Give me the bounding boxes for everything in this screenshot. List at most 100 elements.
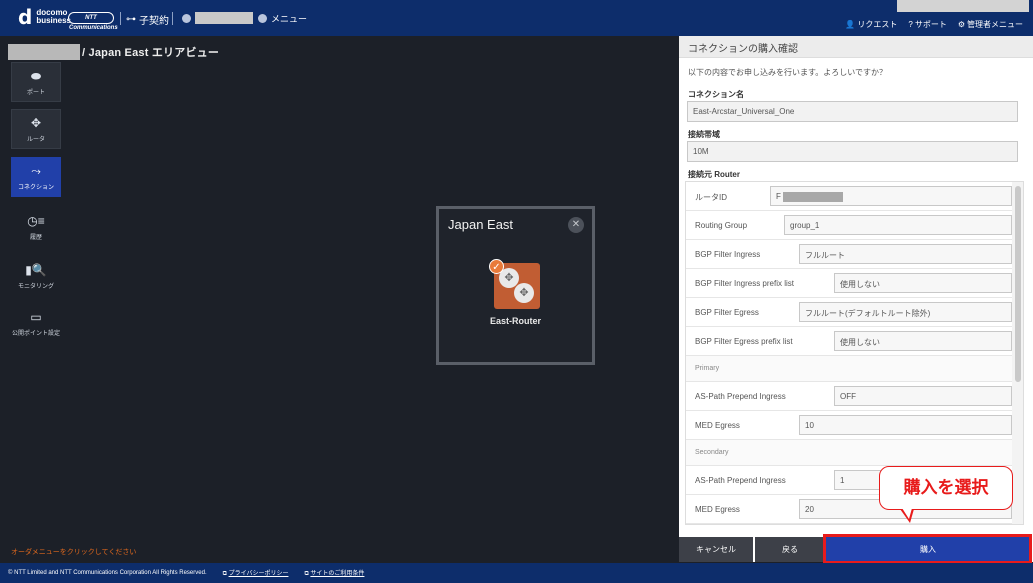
close-icon[interactable]: ✕ bbox=[568, 217, 584, 233]
contract-label: 子契約 bbox=[139, 16, 169, 27]
checkmark-icon: ✓ bbox=[489, 259, 504, 274]
docomo-business-logo[interactable]: d docomo business bbox=[18, 5, 71, 29]
router-name: East-Router bbox=[489, 316, 541, 326]
nav-connection[interactable]: ⤳ コネクション bbox=[11, 157, 61, 197]
cancel-button[interactable]: キャンセル bbox=[679, 537, 753, 562]
back-button[interactable]: 戻る bbox=[755, 537, 825, 562]
header-divider bbox=[120, 12, 121, 25]
panel-intro: 以下の内容でお申し込みを行います。よろしいですか？ bbox=[688, 68, 887, 77]
nav-public-point[interactable]: ▭ 公開ポイント設定 bbox=[11, 303, 61, 343]
privacy-policy-link[interactable]: ⧉ プライバシーポリシー bbox=[223, 568, 289, 578]
bgp-egress-label: BGP Filter Egress bbox=[695, 308, 759, 317]
routing-group-label: Routing Group bbox=[695, 221, 748, 230]
nav-history-label: 履歴 bbox=[29, 234, 42, 241]
scrollbar-thumb[interactable] bbox=[1015, 186, 1021, 382]
menu-label: メニュー bbox=[271, 14, 308, 24]
admin-menu-label: 管理者メニュー bbox=[967, 20, 1023, 29]
primary-med-label: MED Egress bbox=[695, 421, 740, 430]
order-menu-hint: オーダメニューをクリックしてください bbox=[11, 549, 137, 556]
source-router-label: 接続元 Router bbox=[688, 170, 740, 179]
bgp-ingress-prefix-field[interactable]: 使用しない bbox=[834, 273, 1012, 293]
nav-monitoring[interactable]: ▮🔍 モニタリング bbox=[11, 256, 61, 296]
logo-mark: d bbox=[18, 5, 33, 29]
connection-name-label: コネクション名 bbox=[688, 90, 744, 99]
bgp-ingress-prefix-label: BGP Filter Ingress prefix list bbox=[695, 279, 794, 288]
primary-as-path-row: AS-Path Prepend Ingress OFF bbox=[686, 382, 1012, 411]
help-icon: ? bbox=[908, 20, 913, 29]
public-point-icon: ▭ bbox=[30, 309, 42, 324]
top-header: d docomo business NTT Communications ⊶ 子… bbox=[0, 0, 1033, 36]
history-icon: ◷≡ bbox=[27, 213, 45, 228]
terms-of-use-link[interactable]: ⧉ サイトのご利用条件 bbox=[304, 568, 364, 578]
router-gear-icon: ✥ bbox=[514, 283, 534, 303]
router-id-field[interactable]: F bbox=[770, 186, 1012, 206]
breadcrumb: / Japan East エリアビュー bbox=[8, 44, 219, 60]
support-link[interactable]: ? サポート bbox=[908, 19, 946, 30]
check-circle-icon bbox=[258, 14, 267, 23]
breadcrumb-redacted[interactable] bbox=[8, 44, 80, 60]
details-scrollbar[interactable] bbox=[1012, 182, 1023, 524]
connection-name-field[interactable]: East-Arcstar_Universal_One bbox=[687, 101, 1018, 122]
account-info-redacted bbox=[897, 0, 1029, 12]
bgp-ingress-label: BGP Filter Ingress bbox=[695, 250, 761, 259]
panel-title: コネクションの購入確認 bbox=[679, 36, 1033, 58]
area-card-japan-east: Japan East ✕ ✥ ✥ ✓ East-Router bbox=[436, 206, 595, 365]
primary-med-row: MED Egress 10 bbox=[686, 411, 1012, 440]
terms-of-use-label: サイトのご利用条件 bbox=[310, 571, 365, 577]
nav-port-label: ポート bbox=[26, 89, 45, 96]
router-id-row: ルータID F bbox=[686, 182, 1012, 211]
purchase-highlight-frame bbox=[823, 534, 1032, 564]
routing-group-row: Routing Group group_1 bbox=[686, 211, 1012, 240]
area-card-title: Japan East bbox=[448, 217, 514, 232]
connection-icon: ⤳ bbox=[31, 163, 41, 178]
nav-router[interactable]: ✥ ルータ bbox=[11, 109, 61, 149]
header-links: 👤 リクエスト ? サポート ⚙ 管理者メニュー bbox=[845, 19, 1023, 30]
gear-icon: ⚙ bbox=[957, 20, 965, 29]
user-name-redacted bbox=[195, 12, 253, 24]
routing-group-field[interactable]: group_1 bbox=[784, 215, 1012, 235]
port-icon: ⬬ bbox=[30, 68, 42, 83]
ntt-communications-logo: NTT Communications bbox=[68, 12, 118, 31]
nav-port[interactable]: ⬬ ポート bbox=[11, 62, 61, 102]
bandwidth-field[interactable]: 10M bbox=[687, 141, 1018, 162]
primary-section-heading: Primary bbox=[686, 356, 1012, 382]
nav-connection-label: コネクション bbox=[17, 184, 54, 191]
bgp-egress-prefix-field[interactable]: 使用しない bbox=[834, 331, 1012, 351]
secondary-as-path-label: AS-Path Prepend Ingress bbox=[695, 476, 786, 485]
bgp-ingress-row: BGP Filter Ingress フルルート bbox=[686, 240, 1012, 269]
nav-public-point-label: 公開ポイント設定 bbox=[11, 330, 60, 337]
select-purchase-callout: 購入を選択 bbox=[879, 466, 1013, 510]
footer: © NTT Limited and NTT Communications Cor… bbox=[0, 563, 1033, 583]
user-icon bbox=[182, 13, 191, 23]
nav-router-label: ルータ bbox=[26, 136, 45, 143]
nav-history[interactable]: ◷≡ 履歴 bbox=[11, 207, 61, 247]
router-id-value: F bbox=[776, 192, 781, 202]
bgp-egress-field[interactable]: フルルート(デフォルトルート除外) bbox=[799, 302, 1012, 322]
menu-button[interactable]: メニュー bbox=[258, 12, 307, 25]
header-divider bbox=[172, 12, 173, 25]
bgp-ingress-prefix-row: BGP Filter Ingress prefix list 使用しない bbox=[686, 269, 1012, 298]
primary-as-path-field[interactable]: OFF bbox=[834, 386, 1012, 406]
secondary-med-label: MED Egress bbox=[695, 505, 740, 514]
monitoring-icon: ▮🔍 bbox=[25, 262, 47, 277]
secondary-section-heading: Secondary bbox=[686, 440, 1012, 466]
callout-tail-inner bbox=[902, 508, 912, 519]
admin-menu-link[interactable]: ⚙ 管理者メニュー bbox=[958, 19, 1023, 30]
user-selector[interactable] bbox=[182, 12, 253, 24]
hierarchy-icon: ⊶ bbox=[126, 14, 136, 25]
nav-monitoring-label: モニタリング bbox=[17, 283, 54, 290]
bgp-egress-prefix-label: BGP Filter Egress prefix list bbox=[695, 337, 793, 346]
bandwidth-label: 接続帯域 bbox=[688, 130, 720, 139]
request-label: リクエスト bbox=[857, 20, 898, 29]
bgp-egress-row: BGP Filter Egress フルルート(デフォルトルート除外) bbox=[686, 298, 1012, 327]
request-link[interactable]: 👤 リクエスト bbox=[845, 19, 897, 30]
router-id-redacted bbox=[782, 192, 843, 202]
primary-med-field[interactable]: 10 bbox=[799, 415, 1012, 435]
copyright-text: © NTT Limited and NTT Communications Cor… bbox=[8, 570, 207, 576]
sub-contract-selector[interactable]: ⊶ 子契約 bbox=[126, 12, 169, 27]
bgp-ingress-field[interactable]: フルルート bbox=[799, 244, 1012, 264]
router-icon: ✥ bbox=[30, 115, 42, 130]
page-title: / Japan East エリアビュー bbox=[82, 47, 220, 59]
privacy-policy-label: プライバシーポリシー bbox=[228, 571, 289, 577]
primary-as-path-label: AS-Path Prepend Ingress bbox=[695, 392, 786, 401]
